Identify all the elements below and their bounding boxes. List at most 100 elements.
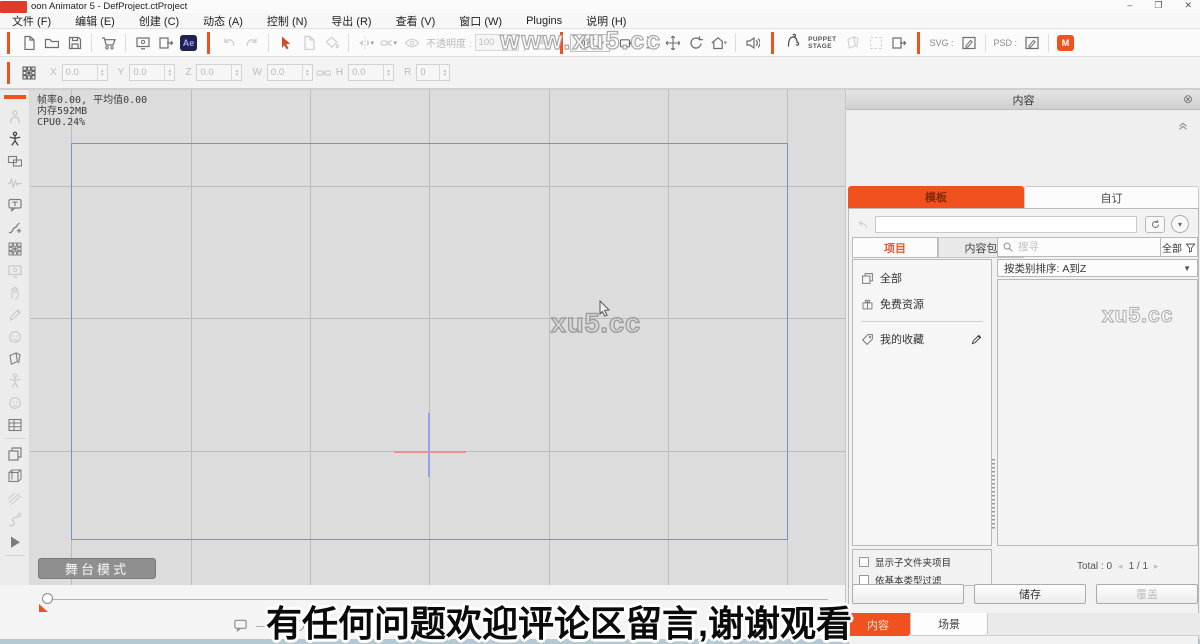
- content-store-icon[interactable]: [100, 34, 117, 51]
- grid-3d-icon[interactable]: [5, 464, 25, 486]
- select-cursor-icon[interactable]: [277, 34, 294, 51]
- menu-file[interactable]: 文件 (F): [0, 13, 63, 29]
- menu-edit[interactable]: 编辑 (E): [63, 13, 127, 29]
- psd-edit-icon[interactable]: [1023, 34, 1040, 51]
- save-project-icon[interactable]: [66, 34, 83, 51]
- actor-icon[interactable]: [5, 127, 25, 149]
- pages-icon[interactable]: [5, 347, 25, 369]
- tab-custom[interactable]: 自订: [1024, 186, 1199, 208]
- minimize-button[interactable]: –: [1127, 0, 1132, 11]
- collapse-chevrons-icon[interactable]: [1176, 118, 1190, 132]
- home-view-icon[interactable]: ▾: [710, 34, 727, 51]
- spring-icon[interactable]: [5, 508, 25, 530]
- paint-bucket-icon[interactable]: [323, 34, 340, 51]
- pointer-gesture-icon[interactable]: [5, 303, 25, 325]
- hand-gesture-icon[interactable]: [5, 281, 25, 303]
- link-wh-icon[interactable]: [315, 64, 332, 81]
- audio-wave-icon[interactable]: [5, 171, 25, 193]
- speaker-icon[interactable]: [744, 34, 761, 51]
- next-page-icon[interactable]: ▸: [1154, 561, 1159, 572]
- subtab-project[interactable]: 项目: [852, 237, 938, 258]
- redo-icon[interactable]: [243, 34, 260, 51]
- y-field[interactable]: 0.0▲▼: [129, 64, 175, 81]
- panel-close-icon[interactable]: ⊗: [1183, 92, 1193, 106]
- hatch-icon[interactable]: [5, 486, 25, 508]
- x-field[interactable]: 0.0▲▼: [62, 64, 108, 81]
- marquee-select-icon[interactable]: [867, 34, 884, 51]
- r-field[interactable]: 0▲▼: [416, 64, 450, 81]
- obscured-button[interactable]: [852, 584, 964, 604]
- tab-template[interactable]: 模板: [848, 186, 1024, 208]
- bottom-tab-scene[interactable]: 场景: [910, 613, 988, 636]
- checkbox-square[interactable]: [859, 557, 869, 567]
- ghost-pages-icon[interactable]: [844, 34, 861, 51]
- face-key-icon[interactable]: [5, 391, 25, 413]
- grid-snap-icon[interactable]: [20, 64, 37, 81]
- panel-watermark: xu5.cc: [1102, 304, 1173, 328]
- prop-frames-icon[interactable]: [5, 149, 25, 171]
- menu-control[interactable]: 控制 (N): [255, 13, 319, 29]
- menu-plugins[interactable]: Plugins: [514, 15, 574, 27]
- flip-icon[interactable]: ▾: [357, 34, 374, 51]
- scrubber-handle[interactable]: [42, 593, 53, 604]
- accent-divider: [7, 62, 10, 84]
- preview-render-icon[interactable]: [134, 34, 151, 51]
- actor-template-icon[interactable]: [5, 105, 25, 127]
- bottom-tab-content[interactable]: 内容: [846, 613, 910, 636]
- grid-table-icon[interactable]: [5, 413, 25, 435]
- visibility-icon[interactable]: [403, 34, 420, 51]
- layers-icon[interactable]: [5, 442, 25, 464]
- scene-panel-icon[interactable]: [5, 237, 25, 259]
- export-icon[interactable]: [157, 34, 174, 51]
- menu-view[interactable]: 查看 (V): [384, 13, 448, 29]
- new-project-icon[interactable]: [20, 34, 37, 51]
- x-label: X: [50, 67, 57, 78]
- open-project-icon[interactable]: [43, 34, 60, 51]
- edit-pencil-icon[interactable]: [970, 333, 983, 346]
- page-icon[interactable]: [300, 34, 317, 51]
- prev-page-icon[interactable]: ◂: [1118, 561, 1123, 572]
- panel-splitter[interactable]: [992, 459, 995, 529]
- motion-path-icon[interactable]: [5, 215, 25, 237]
- show-subfolder-checkbox[interactable]: 显示子文件夹项目: [853, 553, 991, 571]
- expand-dropdown-button[interactable]: ▾: [1171, 215, 1189, 233]
- play-cursor-icon[interactable]: [5, 530, 25, 552]
- menu-animation[interactable]: 动态 (A): [191, 13, 255, 29]
- motion-live-badge[interactable]: M: [1057, 35, 1074, 51]
- maximize-button[interactable]: ❐: [1154, 0, 1162, 11]
- face-puppet-icon[interactable]: [5, 325, 25, 347]
- menu-export[interactable]: 导出 (R): [319, 13, 383, 29]
- rotate-view-icon[interactable]: [687, 34, 704, 51]
- close-button[interactable]: ✕: [1184, 0, 1192, 11]
- path-input[interactable]: [875, 216, 1137, 233]
- filter-all-button[interactable]: 全部: [1161, 237, 1198, 257]
- back-arrow-icon[interactable]: [855, 218, 869, 232]
- h-field[interactable]: 0.0▲▼: [348, 64, 394, 81]
- content-list-area[interactable]: xu5.cc: [997, 279, 1198, 546]
- menu-create[interactable]: 创建 (C): [127, 13, 191, 29]
- save-button[interactable]: 储存: [974, 584, 1086, 604]
- category-free-resources[interactable]: 免费资源: [853, 291, 991, 317]
- pan-move-icon[interactable]: [664, 34, 681, 51]
- frame-export-icon[interactable]: [890, 34, 907, 51]
- comment-bubble-icon[interactable]: [233, 618, 248, 633]
- undo-icon[interactable]: [220, 34, 237, 51]
- text-bubble-icon[interactable]: [5, 193, 25, 215]
- search-input[interactable]: [1018, 241, 1133, 253]
- link-icon[interactable]: ▾: [380, 34, 397, 51]
- puppet-stage-button[interactable]: PUPPETSTAGE: [785, 33, 836, 52]
- overwrite-button[interactable]: 覆盖: [1096, 584, 1198, 604]
- panel-header[interactable]: 内容 ⊗: [846, 90, 1200, 110]
- search-box[interactable]: [997, 237, 1161, 257]
- refresh-button[interactable]: [1145, 216, 1165, 233]
- category-all[interactable]: 全部: [853, 265, 991, 291]
- z-field[interactable]: 0.0▲▼: [196, 64, 242, 81]
- category-favorites[interactable]: 我的收藏: [853, 326, 991, 352]
- spring-actor-icon[interactable]: [5, 369, 25, 391]
- sort-dropdown[interactable]: 按类别排序: A到Z▼: [997, 259, 1198, 277]
- after-effects-badge[interactable]: Ae: [180, 35, 197, 51]
- stage-canvas[interactable]: 帧率0.00, 平均值0.00 内存592MB CPU0.24% xu5.cc …: [30, 90, 845, 585]
- monitor-icon[interactable]: [5, 259, 25, 281]
- svg-edit-icon[interactable]: [960, 34, 977, 51]
- w-field[interactable]: 0.0▲▼: [267, 64, 313, 81]
